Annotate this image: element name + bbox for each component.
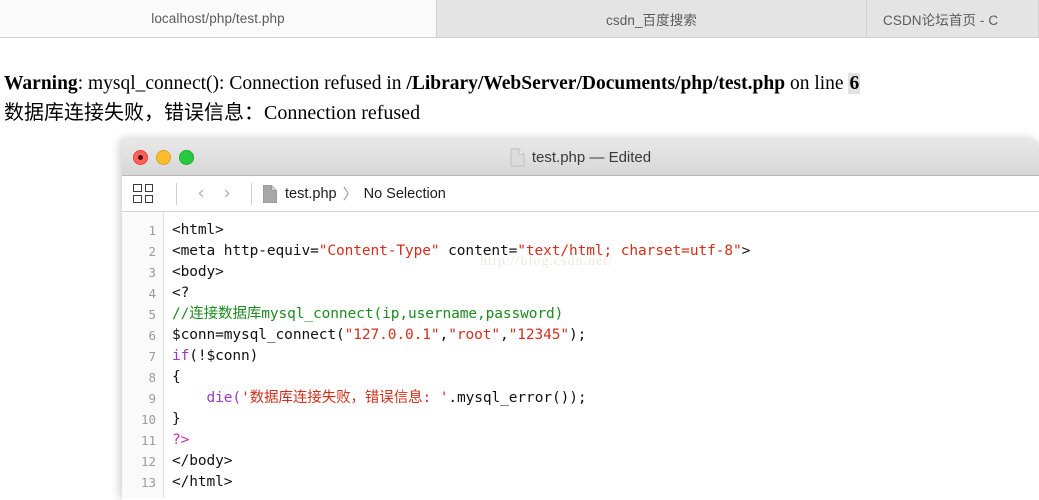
code-token: <?	[172, 285, 190, 301]
line-number: 4	[148, 286, 156, 301]
document-icon	[510, 148, 525, 167]
browser-tab-label: localhost/php/test.php	[151, 11, 285, 26]
browser-tab-csdn-search[interactable]: csdn_百度搜索	[437, 0, 867, 37]
window-controls	[133, 149, 194, 165]
code-token: (!$conn)	[189, 348, 259, 364]
code-token: (	[232, 390, 242, 406]
code-token: <body>	[172, 264, 224, 280]
code-line-5: //连接数据库mysql_connect(ip,username,passwor…	[164, 304, 1039, 325]
back-chevron-icon[interactable]: ‹	[188, 184, 214, 203]
line-number-gutter: 1 2 3 4 5 6 7 8 9 10 11 12 13 14	[122, 212, 164, 498]
browser-tab-label: csdn_百度搜索	[606, 12, 697, 28]
editor-window: test.php — Edited ‹ › test.php 〉 No Sele…	[122, 139, 1039, 500]
code-line-12: </body>	[164, 451, 1039, 472]
code-token: {	[172, 369, 181, 385]
breadcrumb-file[interactable]: test.php	[285, 186, 337, 202]
warning-online-text: on line	[785, 73, 849, 94]
browser-tab-localhost[interactable]: localhost/php/test.php	[0, 0, 437, 37]
code-editor-area[interactable]: 1 2 3 4 5 6 7 8 9 10 11 12 13 14 http://…	[122, 212, 1039, 498]
zoom-button[interactable]	[179, 149, 194, 165]
code-token-comment: //连接数据库mysql_connect(ip,username,passwor…	[172, 306, 564, 322]
code-line-11: ?>	[164, 430, 1039, 451]
code-line-1: <html>	[164, 220, 1039, 241]
code-token-string: "root"	[448, 327, 500, 343]
code-token: </html>	[172, 474, 233, 490]
toolbar-divider-1	[176, 182, 177, 205]
browser-tab-label: CSDN论坛首页 - C	[883, 12, 999, 28]
warning-label: Warning	[4, 73, 78, 94]
code-token: ,	[439, 327, 449, 343]
line-number: 11	[140, 433, 156, 448]
window-title: test.php — Edited	[531, 148, 652, 166]
code-token: <meta http-equiv=	[172, 243, 319, 259]
line-number: 6	[148, 328, 156, 343]
code-token: .mysql_error());	[448, 390, 587, 406]
line-number: 1	[148, 223, 156, 238]
code-line-3: <body>	[164, 262, 1039, 283]
code-token-keyword: if	[172, 348, 190, 364]
line-number: 7	[148, 349, 156, 364]
code-token-string: "Content-Type"	[318, 243, 440, 259]
line-number: 13	[140, 475, 156, 490]
code-token: </body>	[172, 453, 233, 469]
code-token-string: "127.0.0.1"	[344, 327, 440, 343]
window-title-group: test.php — Edited	[122, 148, 1039, 167]
code-token: $conn=mysql_connect(	[172, 327, 345, 343]
warning-message: : mysql_connect(): Connection refused in	[77, 73, 407, 94]
code-lines[interactable]: http://blog.csdn.net/ <html> <meta http-…	[164, 212, 1039, 498]
php-error-chinese-line: 数据库连接失败，错误信息：Connection refused	[4, 101, 421, 124]
code-token-php-tag: ?>	[172, 432, 190, 448]
line-number: 2	[148, 244, 156, 259]
code-line-9: die('数据库连接失败，错误信息: '.mysql_error());	[164, 388, 1039, 409]
code-token-string: "text/html; charset=utf-8"	[517, 243, 742, 259]
browser-tab-csdn-forum[interactable]: CSDN论坛首页 - C	[867, 0, 1039, 37]
line-number: 8	[148, 370, 156, 385]
code-token: ,	[499, 327, 509, 343]
code-token-keyword: die	[172, 390, 233, 406]
code-line-4: <?	[164, 283, 1039, 304]
line-number: 9	[148, 391, 156, 406]
code-token: );	[569, 327, 587, 343]
code-token: >	[741, 243, 751, 259]
close-button[interactable]	[133, 149, 148, 165]
code-line-6-selection[interactable]: $conn=mysql_connect("127.0.0.1","root","…	[172, 327, 586, 343]
breadcrumb-document-icon	[263, 184, 277, 203]
code-line-8: {	[164, 367, 1039, 388]
editor-breadcrumb-bar: ‹ › test.php 〉 No Selection	[122, 176, 1039, 212]
grid-icon[interactable]	[133, 184, 153, 203]
code-token-string: '数据库连接失败，错误信息: '	[241, 390, 449, 406]
editor-titlebar[interactable]: test.php — Edited	[122, 139, 1039, 176]
php-warning-line: Warning: mysql_connect(): Connection ref…	[4, 73, 1039, 94]
code-line-7: if(!$conn)	[164, 346, 1039, 367]
forward-chevron-icon[interactable]: ›	[214, 184, 240, 203]
line-number: 10	[140, 412, 156, 427]
code-line-13: </html>	[164, 472, 1039, 493]
line-number: 14	[122, 493, 163, 498]
warning-file-path: /Library/WebServer/Documents/php/test.ph…	[406, 73, 786, 94]
code-line-10: }	[164, 409, 1039, 430]
code-token-string: "12345"	[508, 327, 570, 343]
code-token: content=	[439, 243, 518, 259]
minimize-button[interactable]	[156, 149, 171, 165]
line-number: 3	[148, 265, 156, 280]
code-token: }	[172, 411, 181, 427]
code-line-2: <meta http-equiv="Content-Type" content=…	[164, 241, 1039, 262]
toolbar-divider-2	[251, 182, 252, 205]
code-token: <html>	[172, 222, 224, 238]
code-line-6: $conn=mysql_connect("127.0.0.1","root","…	[164, 325, 1039, 346]
breadcrumb-selection[interactable]: No Selection	[364, 186, 446, 202]
line-number: 5	[148, 307, 156, 322]
breadcrumb-separator-icon: 〉	[342, 185, 358, 203]
browser-tab-strip: localhost/php/test.php csdn_百度搜索 CSDN论坛首…	[0, 0, 1039, 38]
line-number: 12	[140, 454, 156, 469]
warning-line-number: 6	[848, 73, 861, 94]
php-page-output: Warning: mysql_connect(): Connection ref…	[0, 38, 1039, 123]
